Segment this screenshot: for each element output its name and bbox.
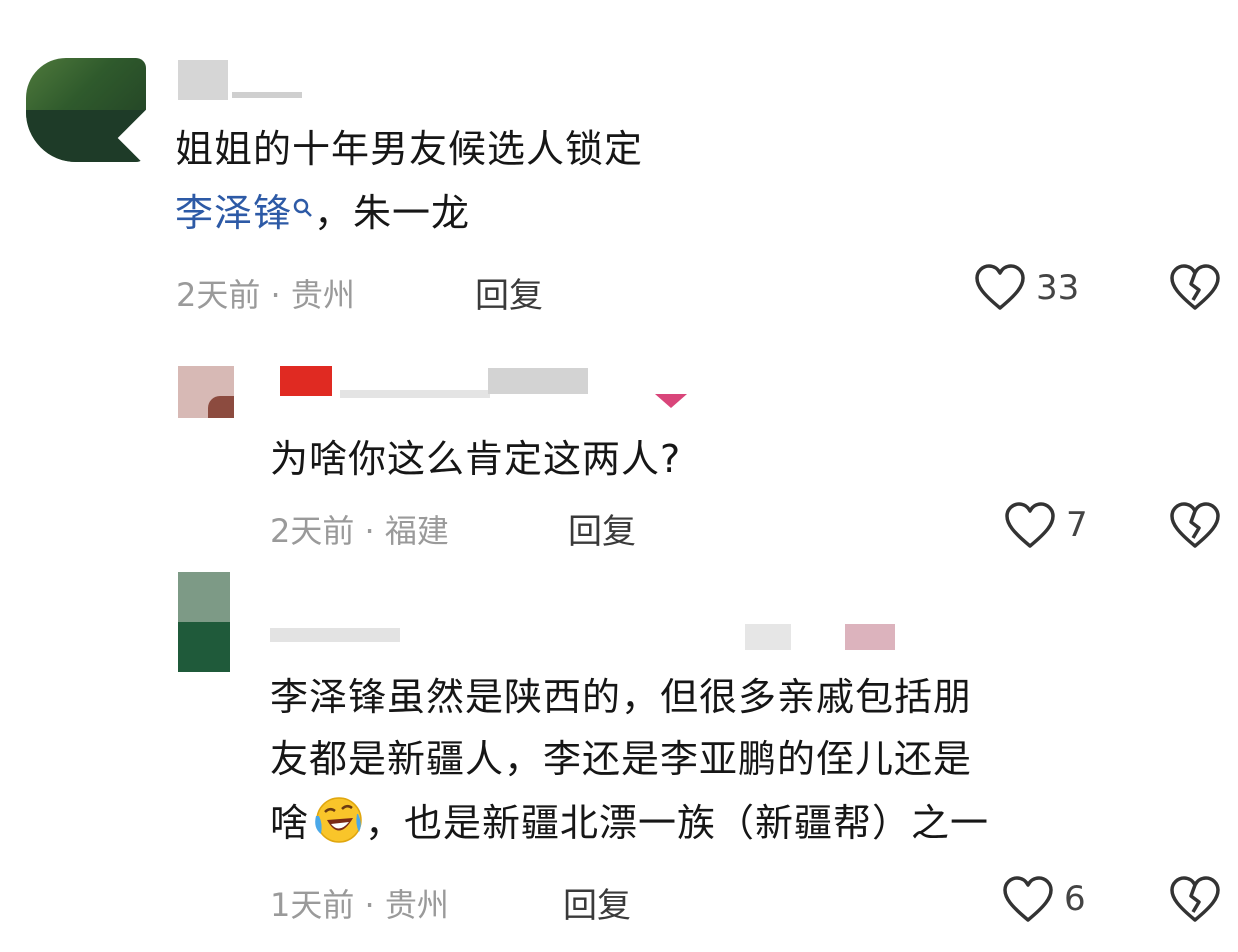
comment-time: 2天前 — [176, 276, 261, 314]
avatar[interactable] — [178, 366, 234, 418]
username-redacted[interactable] — [270, 628, 400, 642]
like-count: 6 — [1064, 879, 1086, 919]
comment-text: 友都是新疆人，李还是李亚鹏的侄儿还是 — [270, 732, 972, 786]
comment-location: 福建 — [384, 512, 449, 550]
search-link[interactable]: 李泽锋 — [175, 191, 292, 235]
broken-heart-icon[interactable] — [1170, 876, 1220, 924]
like-count: 33 — [1036, 268, 1080, 308]
comment-location: 贵州 — [290, 276, 355, 314]
comment-line: 李泽锋虽然是陕西的，但很多亲戚包括朋 — [270, 675, 973, 719]
comment-meta: 2天前 · 福建 — [270, 506, 449, 552]
avatar[interactable] — [26, 58, 146, 162]
heart-outline-icon[interactable] — [1005, 502, 1055, 550]
comment-line: ，朱一龙 — [314, 191, 471, 235]
comment-text: 李泽锋 ，朱一龙 — [175, 186, 470, 240]
heart-outline-icon[interactable] — [975, 264, 1025, 312]
reply-button[interactable]: 回复 — [568, 504, 636, 553]
comment-time: 1天前 — [270, 886, 355, 924]
search-icon[interactable] — [292, 198, 314, 225]
comment-line: ，也是新疆北漂一族（新疆帮）之一 — [365, 801, 990, 845]
reply-button[interactable]: 回复 — [475, 268, 543, 317]
laughing-crying-emoji-icon — [311, 794, 363, 846]
meta-separator: · — [364, 886, 375, 924]
comment-text: 为啥你这么肯定这两人? — [270, 432, 681, 486]
reply-button[interactable]: 回复 — [563, 878, 631, 927]
broken-heart-icon[interactable] — [1170, 264, 1220, 312]
username-redacted[interactable] — [280, 366, 332, 396]
comment-line: 为啥你这么肯定这两人? — [270, 437, 682, 481]
like-count: 7 — [1066, 505, 1088, 545]
comment-line: 啥 — [270, 801, 310, 845]
comment-meta: 1天前 · 贵州 — [270, 880, 449, 926]
comment-meta: 2天前 · 贵州 — [176, 270, 355, 316]
comment-text: 李泽锋虽然是陕西的，但很多亲戚包括朋 — [270, 670, 972, 724]
broken-heart-icon[interactable] — [1170, 502, 1220, 550]
comment-location: 贵州 — [384, 886, 449, 924]
meta-separator: · — [364, 512, 375, 550]
username-redacted[interactable] — [178, 60, 228, 100]
heart-outline-icon[interactable] — [1003, 876, 1053, 924]
avatar[interactable] — [178, 572, 230, 672]
comment-line: 友都是新疆人，李还是李亚鹏的侄儿还是 — [270, 737, 973, 781]
comment-text: 姐姐的十年男友候选人锁定 — [175, 122, 643, 176]
comment-time: 2天前 — [270, 512, 355, 550]
meta-separator: · — [270, 276, 281, 314]
comment-text: 啥 ，也是新疆北漂一族（新疆帮）之一 — [270, 794, 989, 850]
comment-line: 姐姐的十年男友候选人锁定 — [175, 127, 644, 171]
